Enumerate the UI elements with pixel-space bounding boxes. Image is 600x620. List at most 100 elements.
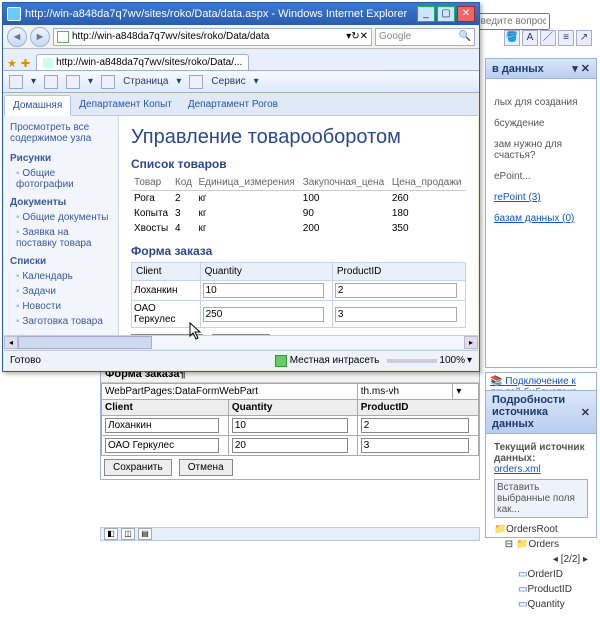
tab-hoof[interactable]: Департамент Копыт [71,95,180,115]
qty-input[interactable] [232,418,348,433]
stop-icon[interactable]: ✕ [360,31,368,42]
save-button[interactable]: Сохранить [104,459,172,476]
zoom-value: 100% [439,355,465,366]
view-split-icon[interactable]: ◫ [121,528,135,540]
col-client: Client [132,263,201,281]
url-field[interactable]: http://win-a848da7q7wv/sites/roko/Data/d… [53,28,372,46]
feeds-icon[interactable] [44,75,58,89]
search-icon[interactable]: 🔍 [459,31,471,42]
zone-icon [275,355,287,367]
tab-title: http://win-a848da7q7wv/sites/roko/Data/.… [56,57,242,68]
col-qty: Quantity [200,263,332,281]
spd-statusbar: ◧ ◫ ▤ [100,527,480,541]
table-row: Хвосты4кг200350 [131,221,466,236]
nav-news[interactable]: Новости [4,299,118,314]
goods-heading: Список товаров [131,157,466,171]
arrow-icon[interactable]: ↗ [576,30,592,46]
nav-order[interactable]: Заявка на поставку товара [4,225,118,251]
search-box[interactable]: Google 🔍 [375,28,475,46]
page-menu[interactable]: Страница [123,76,168,87]
pane-text: ePoint... [494,171,588,182]
tools-menu[interactable]: Сервис [211,76,245,87]
font-color-icon[interactable]: A [522,30,538,46]
col-qty: Quantity [228,400,357,416]
pid-input[interactable] [335,307,457,322]
webpart-tag[interactable]: WebPartPages:DataFormWebPart [102,384,358,400]
status-ready: Готово [10,355,41,366]
col-pid: ProductID [357,400,478,416]
link-sharepoint[interactable]: rePoint (3) [494,192,588,203]
line-icon[interactable]: ／ [540,30,556,46]
browser-tab[interactable]: http://win-a848da7q7wv/sites/roko/Data/.… [36,54,249,70]
view-design-icon[interactable]: ◧ [104,528,118,540]
tab-home[interactable]: Домашняя [4,95,71,116]
folder-icon: 📁 [516,539,528,550]
minimize-button[interactable]: _ [417,6,435,22]
home-icon[interactable] [9,75,23,89]
favorites-icon[interactable]: ★ [7,57,17,70]
client-input[interactable] [105,438,219,453]
goods-table: Товар Код Единица_измерения Закупочная_ц… [131,175,466,236]
help-question-input[interactable] [470,13,550,30]
pane-text: зам нужно для счастья? [494,139,588,161]
back-button[interactable]: ◄ [7,27,27,47]
table-row: Лоханкин [132,281,466,301]
link-databases[interactable]: базам данных (0) [494,213,588,224]
cancel-button[interactable]: Отмена [179,459,233,476]
nav-tasks[interactable]: Задачи [4,284,118,299]
address-bar: ◄ ► http://win-a848da7q7wv/sites/roko/Da… [3,25,479,49]
ds-file-link[interactable]: orders.xml [494,464,541,475]
ie-window: http://win-a848da7q7wv/sites/roko/Data/d… [2,2,480,372]
tools-icon[interactable] [189,75,203,89]
view-all-content[interactable]: Просмотреть все содержимое узла [4,116,118,148]
pid-input[interactable] [361,418,470,433]
nav-photos[interactable]: Общие фотографии [4,166,118,192]
zoom-control[interactable]: 100% ▾ [387,355,472,366]
titlebar[interactable]: http://win-a848da7q7wv/sites/roko/Data/d… [3,3,479,25]
record-nav[interactable]: ◂ [2/2] ▸ [553,552,588,567]
qty-input[interactable] [203,283,324,298]
h-scrollbar[interactable]: ◂ ▸ [4,335,478,349]
pid-input[interactable] [361,438,470,453]
close-icon[interactable]: ✕ [581,406,590,419]
table-row [102,416,479,436]
qty-input[interactable] [232,438,348,453]
scroll-left-icon[interactable]: ◂ [4,336,18,349]
qty-input[interactable] [203,307,324,322]
spd-design-surface: Форма заказа¶ WebPartPages:DataFormWebPa… [100,365,480,480]
forward-button[interactable]: ► [30,27,50,47]
folder-icon: 📁 [494,522,504,537]
page-menu-icon[interactable] [101,75,115,89]
close-button[interactable]: ✕ [457,6,475,22]
nav-docs[interactable]: Общие документы [4,210,118,225]
page-content: Домашняя Департамент Копыт Департамент Р… [4,95,478,349]
pane-text: лых для создания [494,97,588,108]
view-code-icon[interactable]: ▤ [138,528,152,540]
line-style-icon[interactable]: ≡ [558,30,574,46]
pid-input[interactable] [335,283,457,298]
add-favorites-icon[interactable]: ✚ [21,57,30,70]
ie-icon [7,7,21,21]
close-icon[interactable]: ▾ ✕ [572,62,590,75]
ds-tree: 📁OrdersRoot ⊟📁Orders ◂ [2/2] ▸ ▭OrderID … [494,522,588,612]
tab-strip: ★ ✚ http://win-a848da7q7wv/sites/roko/Da… [3,49,479,71]
scroll-thumb[interactable] [18,336,152,349]
nav-prep[interactable]: Заготовка товара [4,314,118,329]
fill-color-icon[interactable]: 🪣 [504,30,520,46]
pane-text: бсуждение [494,118,588,129]
dropdown-icon[interactable]: ▾ [453,384,479,400]
table-row [102,436,479,456]
minus-icon[interactable]: ⊟ [504,537,514,552]
datasource-details-pane: Подробности источника данных ✕ Текущий и… [485,390,597,538]
refresh-icon[interactable]: ↻ [351,31,359,42]
client-input[interactable] [105,418,219,433]
tab-horn[interactable]: Департамент Рогов [180,95,286,115]
scroll-right-icon[interactable]: ▸ [464,336,478,349]
mail-icon[interactable] [66,75,80,89]
page-title: Управление товарооборотом [131,126,466,149]
maximize-button[interactable]: ▢ [437,6,455,22]
insert-fields-button[interactable]: Вставить выбранные поля как... [494,479,588,518]
data-task-pane: в данных ▾ ✕ лых для создания бсуждение … [485,58,597,368]
th-class[interactable]: th.ms-vh [357,384,453,400]
nav-calendar[interactable]: Календарь [4,269,118,284]
